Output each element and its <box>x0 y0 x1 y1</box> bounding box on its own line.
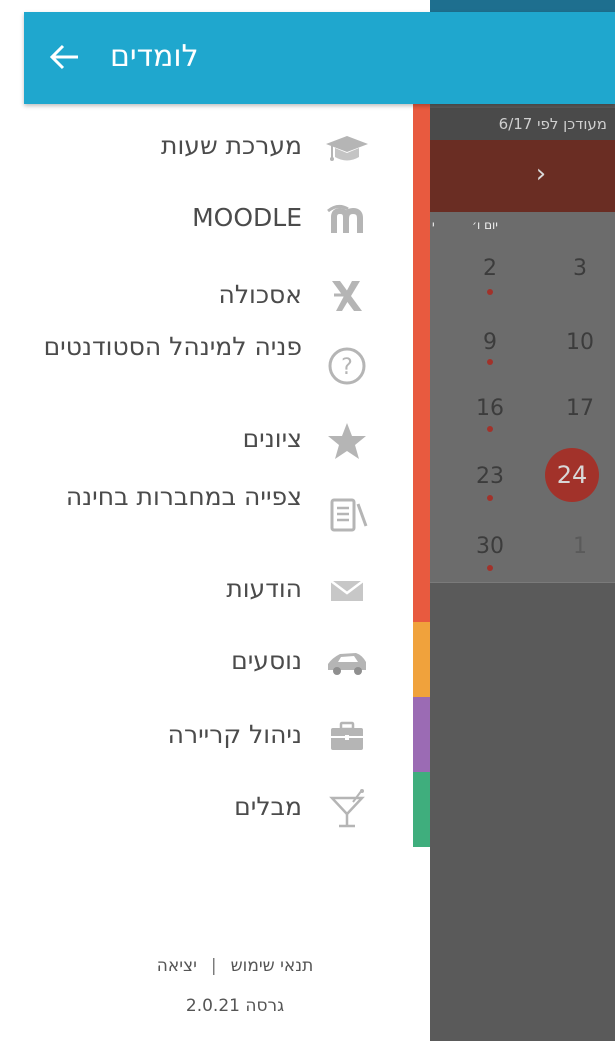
event-dot <box>487 289 493 295</box>
calendar-day[interactable]: 16 <box>465 396 515 421</box>
menu-item-label: הודעות <box>226 574 302 603</box>
menu-item-rides[interactable]: נוסעים <box>0 638 410 688</box>
event-dot <box>487 426 493 432</box>
cocktail-icon <box>329 789 365 828</box>
menu-item-label: צפייה במחברות בחינה <box>65 482 302 511</box>
updated-label: מעודכן לפי 6/17 <box>414 108 615 140</box>
category-strip-purple <box>413 697 430 772</box>
navigation-drawer: מערכת שעות MOODLE אסכולה פניה למינהל הסט… <box>0 0 430 1041</box>
menu-item-messages[interactable]: הודעות <box>0 566 410 616</box>
footer-separator: | <box>210 956 217 976</box>
event-dot <box>487 359 493 365</box>
calendar-day[interactable]: 10 <box>555 330 605 355</box>
calendar-today[interactable]: 24 <box>545 448 599 502</box>
calendar-day-header: י <box>432 218 435 232</box>
category-strip-orange <box>413 622 430 697</box>
menu-item-label: אסכולה <box>218 280 302 309</box>
menu-item-mablim[interactable]: מבלים <box>0 784 410 834</box>
notebook-icon <box>330 498 368 532</box>
graduation-cap-icon <box>326 136 368 161</box>
envelope-icon <box>330 580 364 601</box>
menu-item-exam-notebooks[interactable]: צפייה במחברות בחינה <box>0 480 410 552</box>
month-bar <box>414 140 615 212</box>
menu-item-eschola[interactable]: אסכולה <box>0 268 410 324</box>
calendar-day[interactable]: 17 <box>555 396 605 421</box>
menu-item-timetable[interactable]: מערכת שעות <box>0 118 410 174</box>
footer-links: תנאי שימוש | יציאה <box>120 956 350 976</box>
menu-item-label: ניהול קריירה <box>167 720 302 749</box>
eschola-icon <box>332 281 362 311</box>
car-icon <box>328 653 366 675</box>
arrow-back-icon[interactable] <box>48 40 82 74</box>
menu-item-label: מערכת שעות <box>161 131 302 160</box>
calendar-day-header: יום ו׳ <box>472 218 498 232</box>
app-title: לומדים <box>110 39 199 74</box>
menu-item-label: מבלים <box>234 792 302 821</box>
svg-text:?: ? <box>341 355 353 380</box>
menu-item-label: נוסעים <box>231 646 302 675</box>
menu-item-moodle[interactable]: MOODLE <box>0 190 410 246</box>
menu-item-label: MOODLE <box>192 203 302 232</box>
app-bar: לומדים <box>24 12 615 104</box>
calendar-day[interactable]: 3 <box>555 256 605 281</box>
calendar-day[interactable]: 23 <box>465 464 515 489</box>
logout-link[interactable]: יציאה <box>157 956 197 976</box>
calendar-divider <box>414 582 615 583</box>
terms-link[interactable]: תנאי שימוש <box>231 956 314 976</box>
calendar-day[interactable]: 2 <box>465 256 515 281</box>
star-icon <box>328 423 366 459</box>
next-month-icon[interactable]: › <box>526 156 556 192</box>
calendar-day[interactable]: 30 <box>465 534 515 559</box>
calendar-day[interactable]: 9 <box>465 330 515 355</box>
menu-item-career[interactable]: ניהול קריירה <box>0 712 410 762</box>
category-strip-green <box>413 772 430 847</box>
briefcase-icon <box>331 721 363 750</box>
menu-item-label: ציונים <box>242 424 302 453</box>
calendar-day[interactable]: 1 <box>555 534 605 559</box>
event-dot <box>487 565 493 571</box>
version-label: גרסה 2.0.21 <box>185 996 285 1016</box>
event-dot <box>487 495 493 501</box>
menu-item-grades[interactable]: ציונים <box>0 418 410 466</box>
drawer-top-inset <box>0 0 430 12</box>
menu-item-student-affairs[interactable]: פניה למינהל הסטודנטים ? <box>0 330 410 402</box>
menu-item-label: פניה למינהל הסטודנטים <box>43 332 302 361</box>
category-strip-red <box>413 104 430 622</box>
question-icon: ? <box>328 347 366 385</box>
moodle-icon <box>327 204 363 233</box>
